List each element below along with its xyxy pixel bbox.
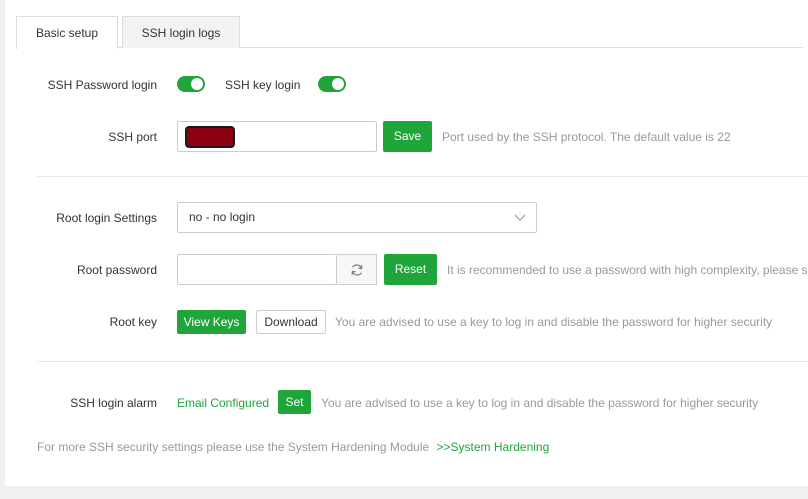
root-password-hint: It is recommended to use a password with… bbox=[447, 263, 808, 277]
root-key-label: Root key bbox=[109, 315, 157, 329]
root-key-hint: You are advised to use a key to log in a… bbox=[335, 315, 773, 329]
tab-ssh-login-logs[interactable]: SSH login logs bbox=[122, 16, 240, 48]
root-login-selected-value: no - no login bbox=[189, 210, 256, 224]
root-login-select[interactable]: no - no login bbox=[177, 202, 537, 233]
chevron-down-icon bbox=[514, 214, 526, 221]
tab-bar: Basic setup SSH login logs bbox=[16, 16, 803, 49]
ssh-password-login-toggle[interactable] bbox=[177, 76, 205, 92]
section-divider bbox=[37, 361, 808, 362]
section-divider bbox=[37, 176, 808, 177]
ssh-login-alarm-label: SSH login alarm bbox=[70, 396, 157, 410]
refresh-icon bbox=[351, 264, 363, 276]
ssh-password-login-label: SSH Password login bbox=[47, 78, 157, 92]
settings-panel bbox=[5, 0, 808, 486]
root-login-settings-label: Root login Settings bbox=[56, 211, 157, 225]
ssh-alarm-hint: You are advised to use a key to log in a… bbox=[321, 396, 759, 410]
system-hardening-link[interactable]: >>System Hardening bbox=[437, 440, 550, 454]
download-key-button[interactable]: Download bbox=[256, 310, 326, 334]
footer-text: For more SSH security settings please us… bbox=[37, 439, 549, 455]
redacted-port-value bbox=[185, 126, 235, 148]
ssh-key-login-toggle[interactable] bbox=[318, 76, 346, 92]
ssh-port-input[interactable] bbox=[177, 121, 377, 152]
alarm-status-text: Email Configured bbox=[177, 396, 270, 410]
view-keys-button[interactable]: View Keys bbox=[177, 310, 246, 334]
root-password-input[interactable] bbox=[177, 254, 337, 285]
ssh-key-login-label: SSH key login bbox=[225, 78, 301, 92]
ssh-port-label: SSH port bbox=[108, 130, 157, 144]
save-port-button[interactable]: Save bbox=[383, 121, 432, 152]
set-alarm-button[interactable]: Set bbox=[278, 390, 311, 414]
tab-basic-setup[interactable]: Basic setup bbox=[16, 16, 118, 49]
root-password-label: Root password bbox=[76, 263, 157, 277]
toggle-knob bbox=[191, 78, 203, 90]
footer-description: For more SSH security settings please us… bbox=[37, 440, 430, 454]
toggle-knob bbox=[332, 78, 344, 90]
generate-password-button[interactable] bbox=[337, 254, 377, 285]
reset-password-button[interactable]: Reset bbox=[384, 254, 437, 285]
ssh-port-hint: Port used by the SSH protocol. The defau… bbox=[442, 130, 731, 144]
